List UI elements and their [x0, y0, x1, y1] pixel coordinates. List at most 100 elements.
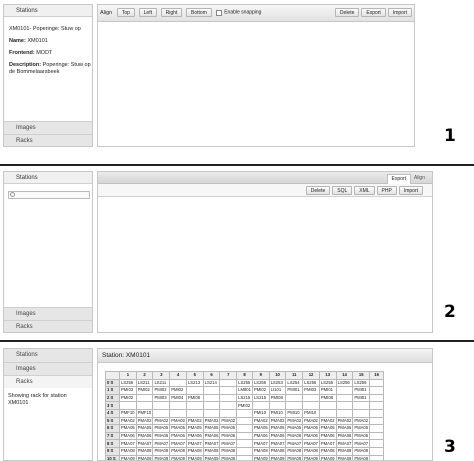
rack-slot[interactable]: PMA02	[251, 416, 270, 426]
images-accordion-header-2[interactable]: Images	[4, 307, 92, 320]
rack-slot[interactable]: LS214	[202, 378, 221, 388]
tab-align[interactable]: Align	[411, 174, 428, 183]
rack-slot[interactable]: PMA09	[302, 454, 320, 460]
rack-slot[interactable]	[369, 386, 385, 395]
align-top-button[interactable]: Top	[116, 8, 135, 17]
rack-slot[interactable]: PMA06	[318, 431, 337, 441]
rack-slot[interactable]: PMA06	[119, 431, 137, 441]
rack-slot[interactable]: PMA02	[268, 416, 287, 426]
rack-slot[interactable]	[369, 408, 385, 418]
rack-slot[interactable]: LS253	[268, 378, 287, 388]
rack-slot[interactable]: PMA07	[152, 439, 171, 448]
rack-slot[interactable]: PMA05	[268, 424, 287, 433]
rack-slot[interactable]: PMA08	[119, 446, 137, 456]
rack-slot[interactable]	[268, 401, 287, 410]
rack-slot[interactable]: PMI10	[268, 408, 287, 418]
rack-slot[interactable]	[169, 408, 187, 418]
rack-slot[interactable]: PMI02	[135, 386, 154, 395]
rack-slot[interactable]: LI101	[268, 386, 287, 395]
rack-slot[interactable]: PMA09	[219, 454, 238, 460]
rack-slot[interactable]	[285, 393, 304, 403]
stations-accordion-header-2[interactable]: Stations	[4, 172, 92, 184]
rack-slot[interactable]: PMA08	[152, 446, 171, 456]
rack-slot[interactable]: PMA06	[219, 431, 238, 441]
rack-slot[interactable]: PMF10	[135, 408, 154, 418]
rack-slot[interactable]	[369, 401, 385, 410]
rack-slot[interactable]	[219, 378, 238, 388]
rack-slot[interactable]: PMA02	[202, 416, 221, 426]
rack-slot[interactable]	[202, 386, 221, 395]
rack-slot[interactable]	[369, 439, 385, 448]
rack-slot[interactable]: PMA08	[185, 446, 204, 456]
rack-slot[interactable]: PMA07	[135, 439, 154, 448]
rack-slot[interactable]: PMA02	[318, 416, 337, 426]
rack-slot[interactable]: PMA05	[202, 424, 221, 433]
rack-slot[interactable]	[335, 408, 354, 418]
rack-slot[interactable]	[302, 393, 320, 403]
rack-slot[interactable]	[318, 401, 337, 410]
rack-slot[interactable]: PMA07	[185, 439, 204, 448]
rack-slot[interactable]	[369, 424, 385, 433]
rack-slot[interactable]: PMI08	[268, 393, 287, 403]
rack-slot[interactable]	[369, 454, 385, 460]
export-button[interactable]: Export	[361, 8, 386, 17]
rack-slot[interactable]: PMA02	[152, 416, 171, 426]
rack-slot[interactable]: PMI10	[251, 408, 270, 418]
rack-slot[interactable]: PMA09	[268, 454, 287, 460]
rack-slot[interactable]	[219, 386, 238, 395]
php-button[interactable]: PHP	[376, 186, 397, 195]
rack-slot[interactable]: PMI02	[119, 393, 137, 403]
rack-slot[interactable]: PMA06	[302, 431, 320, 441]
rack-slot[interactable]: PMA08	[335, 446, 354, 456]
rack-slot[interactable]	[185, 408, 204, 418]
rack-slot[interactable]: PMA02	[352, 416, 371, 426]
rack-slot[interactable]: PMA08	[169, 446, 187, 456]
images-accordion-header-3[interactable]: Images	[4, 362, 92, 375]
rack-slot[interactable]: PMA06	[352, 431, 371, 441]
racks-accordion-header[interactable]: Racks	[4, 134, 92, 146]
rack-slot[interactable]: PMA02	[135, 416, 154, 426]
rack-slot[interactable]: PMI02	[169, 386, 187, 395]
rack-slot[interactable]: PMA05	[219, 424, 238, 433]
rack-slot[interactable]: LS254	[285, 378, 304, 388]
rack-slot[interactable]: PMA09	[135, 454, 154, 460]
rack-slot[interactable]: PMI01	[352, 386, 371, 395]
rack-slot[interactable]	[236, 454, 253, 460]
sql-button[interactable]: SQL	[332, 186, 353, 195]
rack-slot[interactable]	[219, 393, 238, 403]
rack-slot[interactable]	[169, 401, 187, 410]
station-search-field[interactable]	[8, 191, 90, 199]
rack-slot[interactable]: PMA07	[285, 439, 304, 448]
rack-slot[interactable]: PMI02	[152, 386, 171, 395]
delete-button[interactable]: Delete	[334, 8, 360, 17]
rack-slot[interactable]	[302, 401, 320, 410]
rack-slot[interactable]: PMA09	[335, 454, 354, 460]
rack-slot[interactable]: PMI10	[302, 408, 320, 418]
rack-slot[interactable]	[369, 416, 385, 426]
rack-slot[interactable]	[185, 386, 204, 395]
rack-slot[interactable]: PMA06	[152, 431, 171, 441]
rack-slot[interactable]: PMA02	[185, 416, 204, 426]
rack-slot[interactable]: PMA06	[135, 431, 154, 441]
rack-slot[interactable]: PMA02	[285, 416, 304, 426]
rack-slot[interactable]	[219, 408, 238, 418]
rack-slot[interactable]: PMA02	[335, 416, 354, 426]
rack-slot[interactable]	[202, 401, 221, 410]
rack-slot[interactable]: LM801	[236, 386, 253, 395]
rack-slot[interactable]: LS256	[352, 378, 371, 388]
rack-slot[interactable]: PMA07	[352, 439, 371, 448]
rack-slot[interactable]	[335, 386, 354, 395]
rack-slot[interactable]: PMI01	[285, 386, 304, 395]
delete-button-2[interactable]: Delete	[305, 186, 331, 195]
rack-slot[interactable]: PMA05	[352, 424, 371, 433]
rack-slot[interactable]	[251, 401, 270, 410]
rack-slot[interactable]: PMA07	[335, 439, 354, 448]
rack-slot[interactable]: LS211	[135, 378, 154, 388]
rack-slot[interactable]: PMI03	[302, 386, 320, 395]
rack-slot[interactable]: PMA07	[219, 439, 238, 448]
rack-slot[interactable]: PMA05	[335, 424, 354, 433]
rack-slot[interactable]	[285, 401, 304, 410]
rack-slot[interactable]: PMA02	[219, 416, 238, 426]
rack-slot[interactable]	[202, 393, 221, 403]
racks-accordion-header-2[interactable]: Racks	[4, 320, 92, 332]
